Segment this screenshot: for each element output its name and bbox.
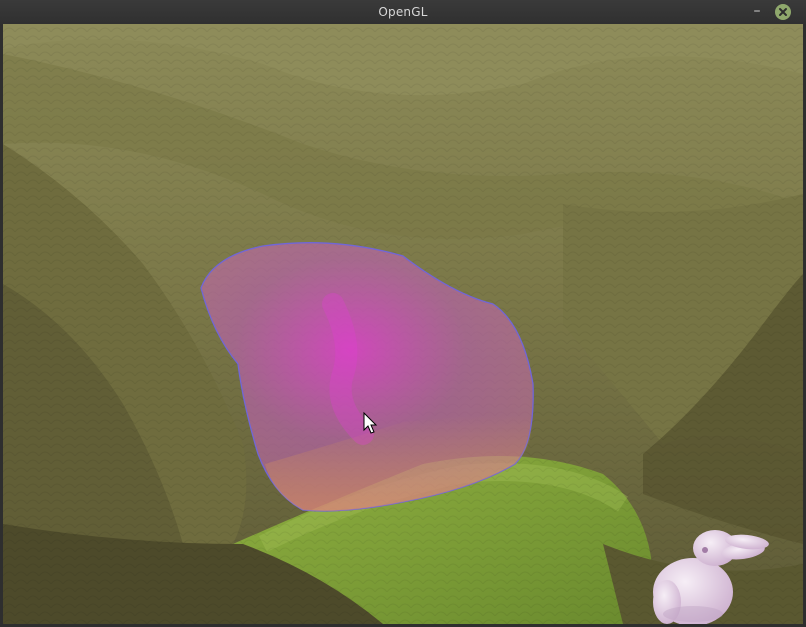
- rendered-scene: [3, 24, 803, 624]
- close-button[interactable]: [775, 4, 791, 20]
- close-icon: [779, 8, 787, 16]
- window-title: OpenGL: [378, 5, 428, 19]
- window-titlebar[interactable]: OpenGL –: [0, 0, 806, 24]
- opengl-viewport[interactable]: [3, 24, 803, 624]
- minimize-button[interactable]: –: [748, 2, 766, 20]
- opengl-window: OpenGL –: [0, 0, 806, 627]
- minimize-icon: –: [753, 3, 761, 19]
